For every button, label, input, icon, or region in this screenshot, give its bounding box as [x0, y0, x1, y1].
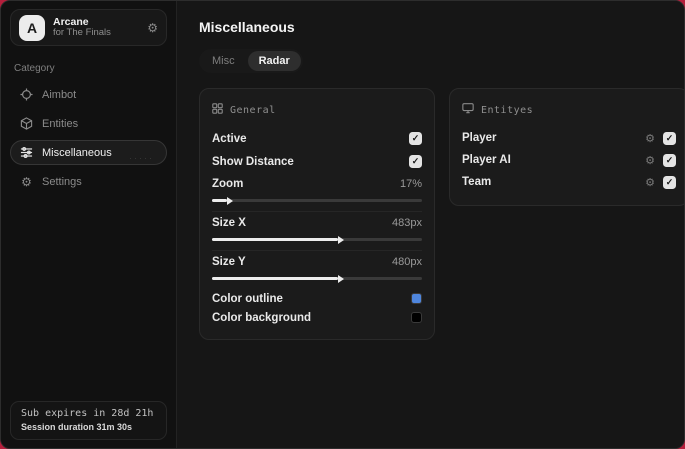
entity-settings-gear-icon[interactable]: ⚙	[645, 154, 655, 167]
slider-thumb[interactable]	[212, 238, 338, 241]
session-duration-text: Session duration 31m 30s	[21, 422, 133, 432]
slider[interactable]	[212, 199, 422, 202]
general-panel: General Active ✓ Show Distance ✓ Zoom 17…	[199, 88, 435, 340]
monitor-icon	[462, 101, 474, 119]
cube-icon	[20, 117, 33, 130]
entity-settings-gear-icon[interactable]: ⚙	[645, 176, 655, 189]
crosshair-icon	[20, 88, 33, 101]
slider-thumb[interactable]	[212, 277, 338, 280]
sidebar-item-label: Settings	[42, 175, 82, 188]
slider-value: 483px	[392, 217, 422, 229]
slider-group: Zoom 17%	[212, 173, 422, 211]
checkbox-checked[interactable]: ✓	[663, 131, 676, 145]
gear-icon: ⚙	[21, 174, 32, 189]
slider-value: 480px	[392, 256, 422, 268]
sidebar-item-label: Entities	[42, 117, 79, 130]
checkbox-checked[interactable]: ✓	[409, 155, 422, 168]
sidebar-item[interactable]: ⚙ Settings	[10, 169, 167, 194]
checkbox-checked[interactable]: ✓	[663, 153, 676, 167]
page-title: Miscellaneous	[199, 19, 295, 35]
entity-settings-gear-icon[interactable]: ⚙	[645, 132, 655, 145]
slider[interactable]	[212, 277, 422, 280]
app-header-card: A Arcane for The Finals ⚙	[10, 9, 167, 46]
sidebar-item[interactable]: Miscellaneous ·····	[10, 140, 167, 165]
general-panel-title: General	[230, 104, 276, 116]
toggle-row: Show Distance ✓	[212, 150, 422, 173]
slider[interactable]	[212, 238, 422, 241]
sidebar-item-label: Miscellaneous	[42, 146, 112, 159]
entity-row: Player AI ⚙ ✓	[462, 149, 676, 171]
sidebar-item[interactable]: Aimbot	[10, 82, 167, 107]
entities-panel: Entityes Player ⚙ ✓ Player AI ⚙ ✓ Team ⚙…	[449, 88, 684, 206]
entity-row: Player ⚙ ✓	[462, 127, 676, 149]
toggle-row: Active ✓	[212, 127, 422, 150]
sidebar-nav: Aimbot Entities Miscellaneous ····· ⚙ Se…	[10, 82, 167, 194]
slider-value: 17%	[399, 178, 422, 190]
category-label: Category	[14, 63, 55, 74]
sliders-icon	[20, 146, 33, 159]
app-subtitle: for The Finals	[53, 27, 111, 39]
app-logo: A	[19, 14, 45, 41]
checkbox-checked[interactable]: ✓	[409, 132, 422, 145]
tab-bar: Misc Radar	[199, 49, 303, 73]
sidebar-item[interactable]: Entities	[10, 111, 167, 136]
slider-thumb[interactable]	[212, 199, 227, 202]
grid-icon	[212, 101, 223, 119]
main-content: Miscellaneous Misc Radar General Active …	[177, 1, 684, 448]
color-row: Color background	[212, 308, 422, 327]
color-swatch[interactable]	[411, 293, 422, 304]
sidebar: A Arcane for The Finals ⚙ Category Aimbo…	[1, 1, 177, 448]
slider-group: Size X 483px	[212, 211, 422, 250]
tab[interactable]: Radar	[247, 51, 301, 71]
checkbox-checked[interactable]: ✓	[663, 175, 676, 189]
entity-row: Team ⚙ ✓	[462, 171, 676, 193]
entities-panel-title: Entityes	[481, 104, 534, 116]
color-row: Color outline	[212, 289, 422, 308]
app-window: A Arcane for The Finals ⚙ Category Aimbo…	[0, 0, 685, 449]
subscription-info-card: Sub expires in 28d 21h Session duration …	[10, 401, 167, 440]
sub-expiry-text: Sub expires in 28d 21h	[21, 408, 154, 419]
sidebar-item-label: Aimbot	[42, 88, 77, 101]
slider-group: Size Y 480px	[212, 250, 422, 289]
color-swatch[interactable]	[411, 312, 422, 323]
tab[interactable]: Misc	[201, 51, 246, 71]
settings-gear-icon[interactable]: ⚙	[147, 21, 158, 35]
